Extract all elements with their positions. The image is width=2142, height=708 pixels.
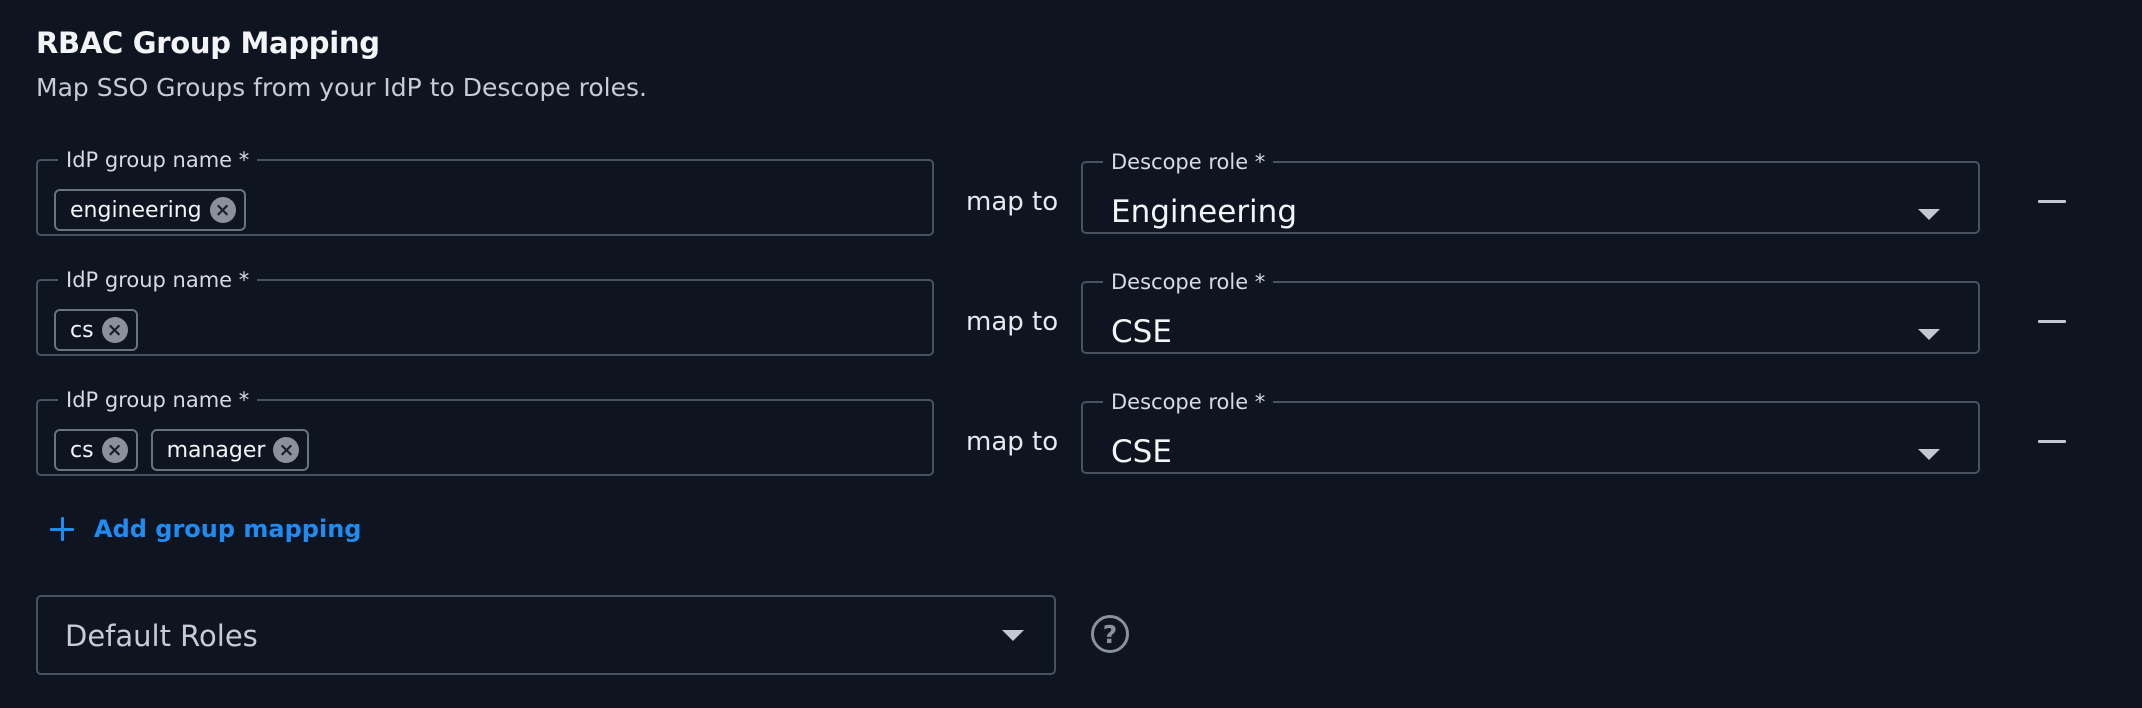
descope-role-select[interactable]: Descope role * Engineering — [1081, 151, 1980, 234]
map-to-label: map to — [966, 307, 1059, 337]
mapping-row: IdP group name * cs × map to Descope rol… — [0, 269, 2142, 359]
descope-role-select[interactable]: Descope role * CSE — [1081, 391, 1980, 474]
group-chip: engineering × — [54, 189, 246, 231]
group-chip: manager × — [150, 429, 310, 471]
group-chip-label: engineering — [70, 197, 202, 223]
descope-role-value: CSE — [1111, 314, 1172, 350]
idp-group-chips: engineering × — [54, 189, 246, 231]
mapping-row: IdP group name * cs × manager × map to D… — [0, 389, 2142, 479]
idp-group-name-field[interactable]: IdP group name * cs × — [36, 269, 934, 356]
chevron-down-icon[interactable] — [1918, 209, 1940, 220]
remove-mapping-button[interactable] — [2037, 306, 2067, 336]
descope-role-select[interactable]: Descope role * CSE — [1081, 271, 1980, 354]
idp-group-name-label: IdP group name * — [66, 148, 250, 172]
help-glyph: ? — [1102, 619, 1118, 649]
chevron-down-icon[interactable] — [1918, 449, 1940, 460]
help-circle-icon[interactable]: ? — [1091, 615, 1129, 653]
minus-icon — [2038, 319, 2066, 323]
descope-role-label: Descope role * — [1111, 150, 1266, 174]
idp-group-name-field[interactable]: IdP group name * engineering × — [36, 149, 934, 236]
idp-group-chips: cs × — [54, 309, 138, 351]
remove-chip-icon[interactable]: × — [101, 437, 128, 463]
rbac-group-mapping-section: RBAC Group Mapping Map SSO Groups from y… — [0, 0, 2142, 708]
remove-chip-icon[interactable]: × — [101, 317, 128, 343]
remove-mapping-button[interactable] — [2037, 186, 2067, 216]
group-chip-label: cs — [70, 317, 94, 343]
group-chip: cs × — [54, 429, 138, 471]
mapping-row: IdP group name * engineering × map to De… — [0, 149, 2142, 239]
default-roles-placeholder: Default Roles — [65, 619, 258, 653]
idp-group-name-label: IdP group name * — [66, 388, 250, 412]
group-chip-label: manager — [166, 437, 266, 463]
remove-mapping-button[interactable] — [2037, 426, 2067, 456]
descope-role-label: Descope role * — [1111, 390, 1266, 414]
group-chip-label: cs — [70, 437, 94, 463]
map-to-label: map to — [966, 187, 1059, 217]
chevron-down-icon[interactable] — [1918, 329, 1940, 340]
minus-icon — [2038, 439, 2066, 443]
remove-chip-icon[interactable]: × — [209, 197, 236, 223]
map-to-label: map to — [966, 427, 1059, 457]
remove-chip-icon[interactable]: × — [273, 437, 300, 463]
plus-icon — [50, 517, 74, 541]
idp-group-chips: cs × manager × — [54, 429, 310, 471]
section-title: RBAC Group Mapping — [36, 26, 380, 60]
add-group-mapping-button[interactable]: Add group mapping — [50, 515, 361, 543]
idp-group-name-label: IdP group name * — [66, 268, 250, 292]
section-subtitle: Map SSO Groups from your IdP to Descope … — [36, 73, 647, 102]
idp-group-name-field[interactable]: IdP group name * cs × manager × — [36, 389, 934, 476]
descope-role-value: CSE — [1111, 434, 1172, 470]
minus-icon — [2038, 199, 2066, 203]
chevron-down-icon[interactable] — [1002, 630, 1024, 641]
group-chip: cs × — [54, 309, 138, 351]
default-roles-select[interactable]: Default Roles — [36, 595, 1056, 675]
add-group-mapping-label: Add group mapping — [94, 515, 362, 543]
descope-role-value: Engineering — [1111, 194, 1297, 230]
descope-role-label: Descope role * — [1111, 270, 1266, 294]
